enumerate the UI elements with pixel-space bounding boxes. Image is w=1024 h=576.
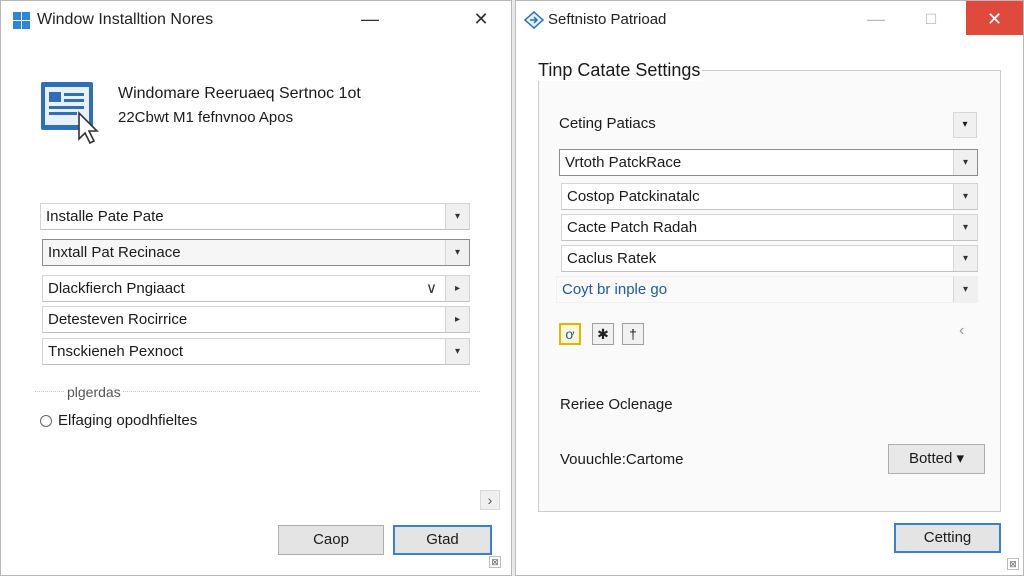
edit-icon[interactable]: ơ	[559, 323, 581, 345]
combo-blackfetch[interactable]: Dlackfierch Pngiaact ∨ ▸	[42, 275, 470, 302]
combo-text: Caclus Ratek	[567, 250, 657, 267]
dropdown-arrow-icon[interactable]: ▾	[445, 204, 469, 229]
settings-label-patches: Ceting Patiacs	[559, 115, 656, 132]
combo-costop[interactable]: Costop Patckinatalc ▾	[561, 183, 978, 210]
combo-text: Vrtoth PatckRace	[565, 154, 682, 171]
combo-text: Installe Pate Pate	[46, 208, 164, 225]
cancel-button[interactable]: Caop	[278, 525, 384, 555]
group-label: plgerdas	[65, 384, 123, 400]
right-close-button[interactable]: ✕	[966, 1, 1023, 35]
resize-grip-icon[interactable]: ⊠	[489, 556, 501, 568]
botted-dropdown-button[interactable]: Botted ▾	[888, 444, 985, 474]
scroll-right-icon[interactable]: ›	[480, 490, 500, 510]
combo-caclus[interactable]: Caclus Ratek ▾	[561, 245, 978, 272]
label-vouuchle: Vouuchle:Cartome	[560, 451, 684, 468]
label-reriee: Reriee Oclenage	[560, 396, 673, 413]
left-close-button[interactable]: ✕	[458, 1, 504, 37]
settings-group-title: Tinp Catate Settings	[536, 60, 703, 81]
dropdown-arrow-icon[interactable]: ▾	[953, 112, 977, 138]
document-cursor-icon	[41, 82, 99, 145]
chevron-down-icon[interactable]: ∨	[426, 279, 437, 297]
ok-button[interactable]: Gtad	[393, 525, 492, 555]
dropdown-arrow-icon[interactable]: ▾	[445, 240, 469, 265]
combo-install-replace[interactable]: Inxtall Pat Recinace ▾	[42, 239, 470, 266]
radio-button[interactable]	[40, 415, 52, 427]
combo-detesteven[interactable]: Detesteven Rocirrice ▸	[42, 306, 470, 333]
right-window-title: Seftnisto Patrioad	[548, 11, 667, 28]
resize-grip-icon[interactable]: ⊠	[1007, 558, 1019, 570]
combo-text: Inxtall Pat Recinace	[48, 244, 181, 261]
combo-text: Dlackfierch Pngiaact	[48, 280, 185, 297]
combo-text: Detesteven Rocirrice	[48, 311, 188, 328]
dim-arrow-icon[interactable]: ‹	[959, 322, 964, 340]
left-window-title: Window Installtion Nores	[37, 11, 214, 28]
diamond-arrow-icon	[524, 11, 544, 29]
dropdown-arrow-icon[interactable]: ▾	[953, 277, 977, 302]
combo-text: Cacte Patch Radah	[567, 219, 698, 236]
dropdown-arrow-icon[interactable]: ▾	[953, 246, 977, 271]
right-maximize-button[interactable]: ☐	[908, 1, 954, 37]
left-titlebar: Window Installtion Nores — ✕	[1, 1, 511, 39]
expand-arrow-icon[interactable]: ▸	[445, 307, 469, 332]
combo-coyt-link[interactable]: Coyt br inple go ▾	[556, 276, 978, 303]
header-line-1: Windomare Reeruaeq Sertnoc 1ot	[118, 85, 361, 102]
left-minimize-button[interactable]: —	[347, 1, 393, 37]
dropdown-arrow-icon[interactable]: ▾	[953, 184, 977, 209]
right-minimize-button[interactable]: —	[853, 1, 899, 37]
combo-link-text[interactable]: Coyt br inple go	[562, 281, 667, 298]
combo-vrtoth[interactable]: Vrtoth PatckRace ▾	[559, 149, 978, 176]
radio-label: Elfaging opodhfieltes	[58, 412, 198, 429]
dropdown-arrow-icon[interactable]: ▾	[953, 215, 977, 240]
combo-cacte[interactable]: Cacte Patch Radah ▾	[561, 214, 978, 241]
header-line-2: 22Cbwt M1 fefnvnoo Apos	[118, 109, 294, 126]
asterisk-icon[interactable]: ✱	[592, 323, 614, 345]
windows-logo-icon	[13, 12, 30, 29]
dagger-icon[interactable]: †	[622, 323, 644, 345]
expand-arrow-icon[interactable]: ▸	[445, 276, 469, 301]
combo-text: Costop Patckinatalc	[567, 188, 700, 205]
left-window: Window Installtion Nores — ✕ Windomare R…	[0, 0, 512, 576]
dropdown-arrow-icon[interactable]: ▾	[953, 150, 977, 175]
combo-tnsckieneh[interactable]: Tnsckieneh Pexnoct ▾	[42, 338, 470, 365]
combo-install-patch[interactable]: Installe Pate Pate ▾	[40, 203, 470, 230]
right-titlebar: Seftnisto Patrioad — ☐ ✕	[516, 1, 1023, 39]
cetting-button[interactable]: Cetting	[894, 523, 1001, 553]
combo-text: Tnsckieneh Pexnoct	[48, 343, 184, 360]
dropdown-arrow-icon[interactable]: ▾	[445, 339, 469, 364]
